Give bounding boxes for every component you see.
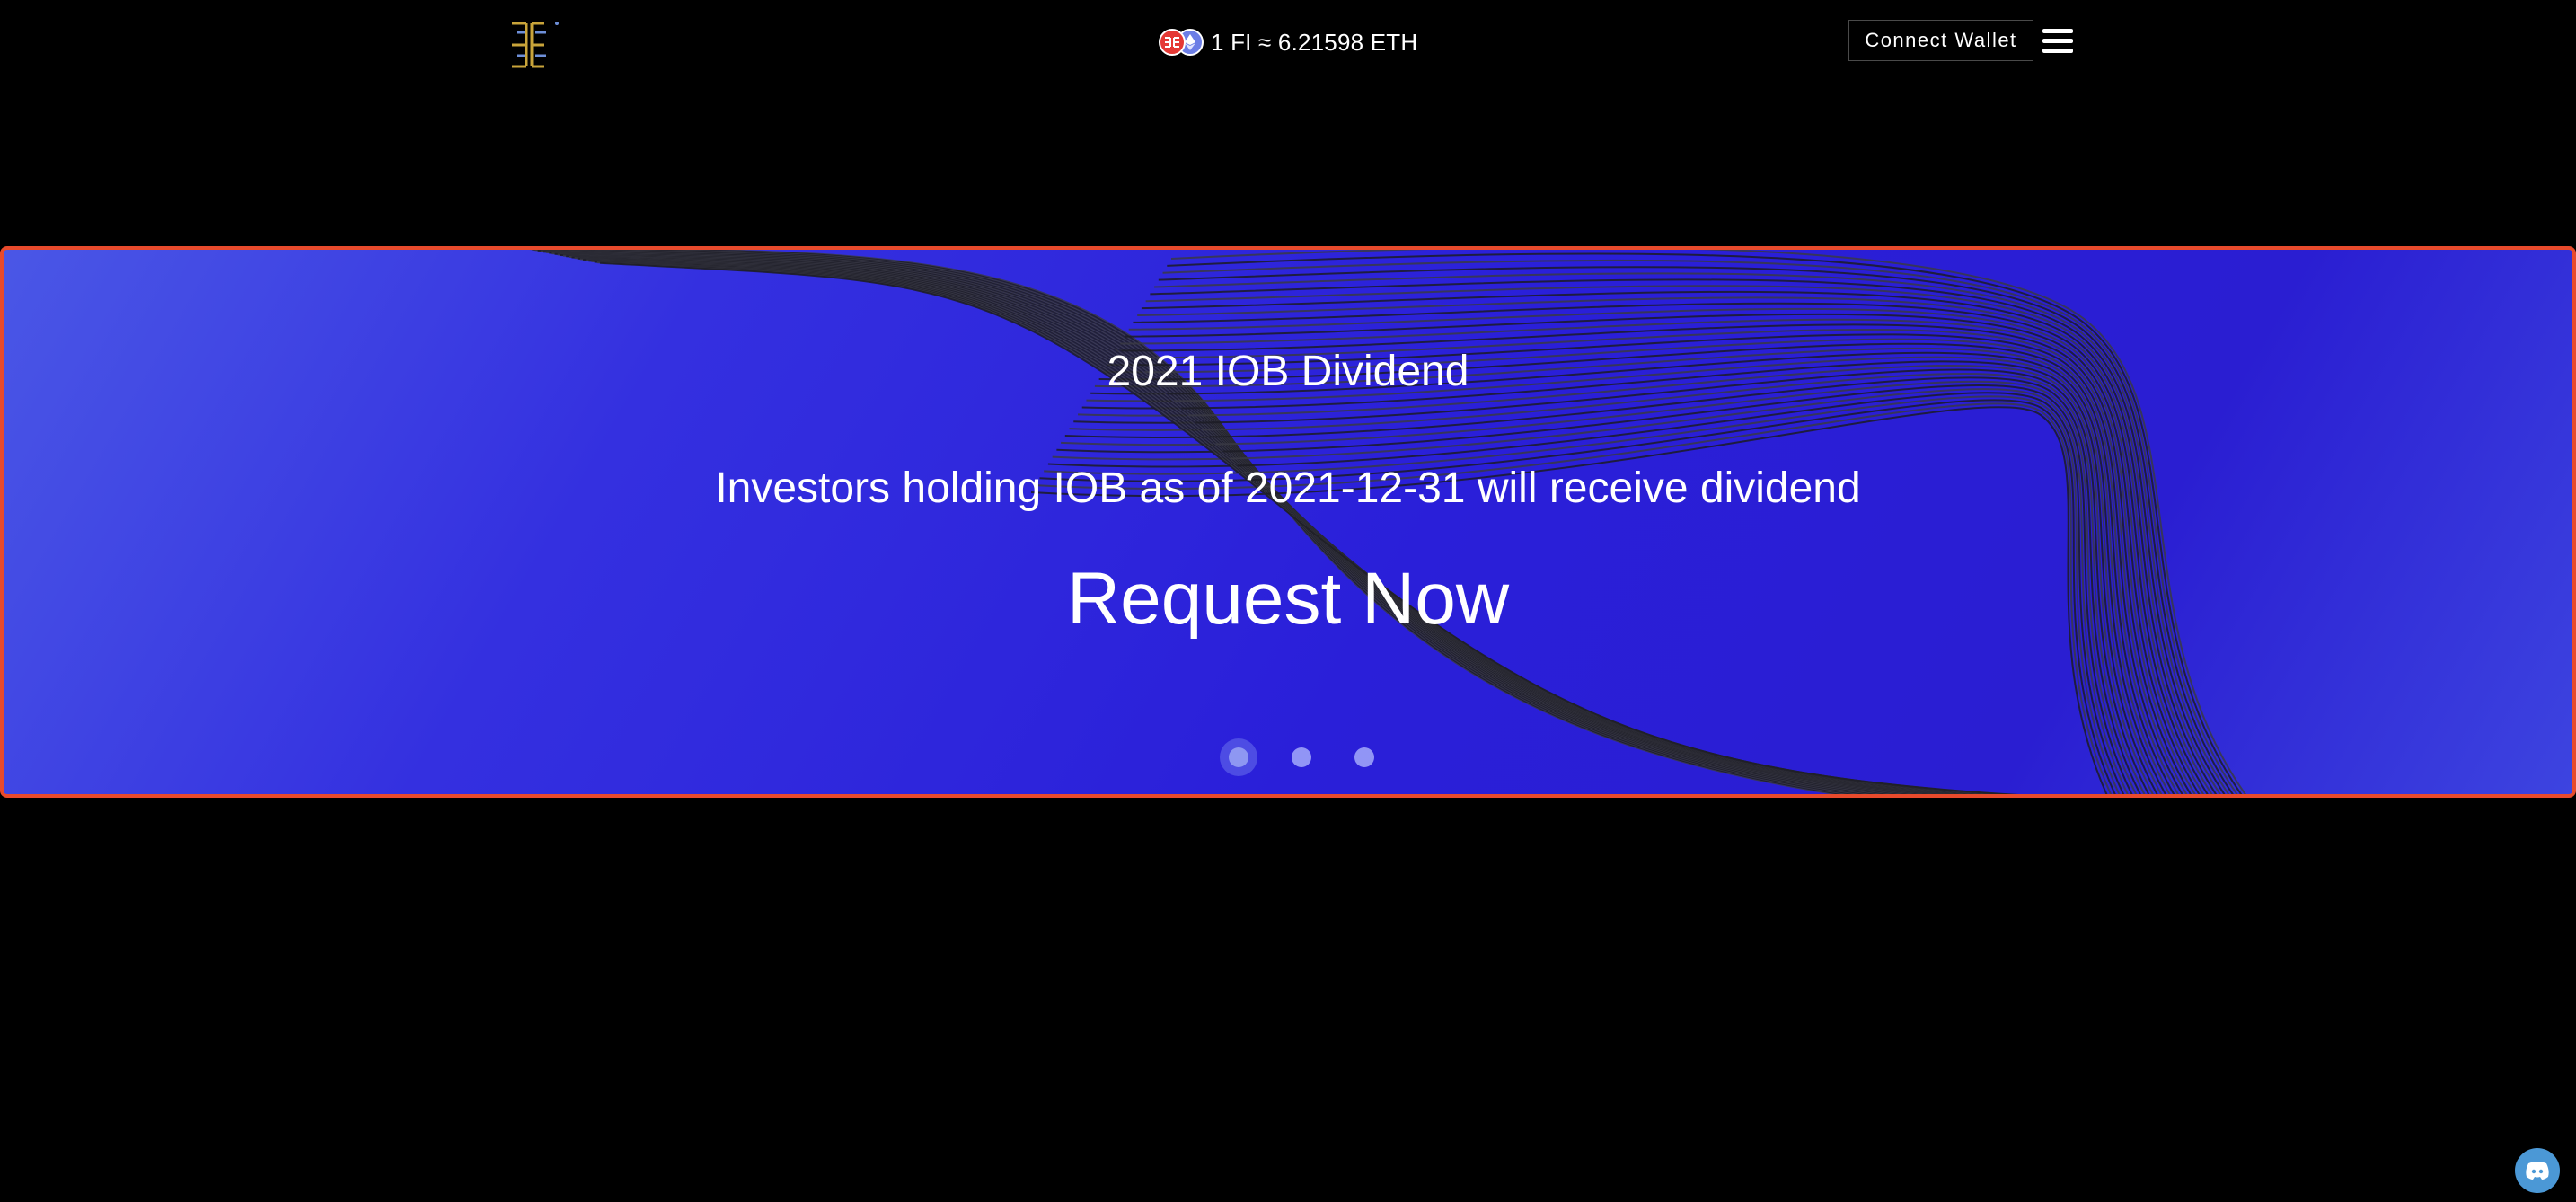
carousel-dots [1207, 737, 1387, 776]
price-text: 1 FI ≈ 6.21598 ETH [1211, 28, 1418, 56]
top-header: 1 FI ≈ 6.21598 ETH Connect Wallet [0, 0, 2576, 84]
hamburger-menu-icon[interactable] [2042, 29, 2075, 56]
price-ticker: 1 FI ≈ 6.21598 ETH [1159, 25, 1417, 59]
carousel-dot-1[interactable] [1229, 747, 1248, 767]
discord-icon[interactable] [2515, 1148, 2560, 1193]
hero-banner: 2021 IOB Dividend Investors holding IOB … [0, 246, 2576, 798]
fi-coin-icon [1159, 29, 1186, 56]
banner-slide: 2021 IOB Dividend Investors holding IOB … [4, 250, 2572, 794]
slide-subtitle: Investors holding IOB as of 2021-12-31 w… [715, 464, 1861, 512]
carousel-dot-2[interactable] [1292, 747, 1311, 767]
carousel-dot-3[interactable] [1354, 747, 1374, 767]
request-now-link[interactable]: Request Now [1063, 557, 1513, 641]
connect-wallet-button[interactable]: Connect Wallet [1848, 20, 2033, 61]
slide-title: 2021 IOB Dividend [1107, 348, 1469, 395]
page: 1 FI ≈ 6.21598 ETH Connect Wallet 2021 I… [0, 0, 2576, 1202]
brand-logo-icon[interactable] [510, 20, 560, 68]
